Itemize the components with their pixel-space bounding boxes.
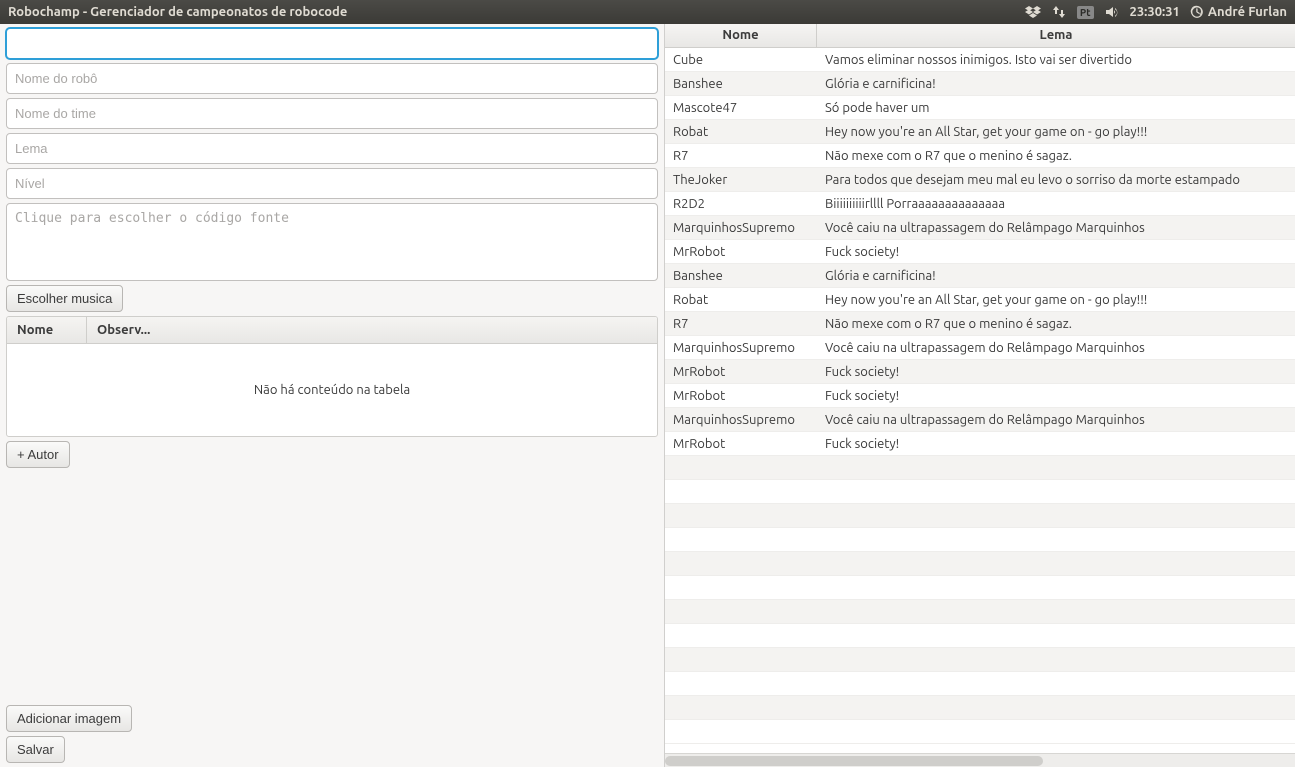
table-row[interactable]: MrRobotFuck society! (665, 384, 1295, 408)
nivel-input[interactable] (6, 168, 658, 199)
data-col-lema[interactable]: Lema (817, 24, 1295, 47)
cell-nome: MrRobot (665, 362, 817, 382)
table-row[interactable]: BansheeGlória e carnificina! (665, 264, 1295, 288)
table-row[interactable]: CubeVamos eliminar nossos inimigos. Isto… (665, 48, 1295, 72)
window-title: Robochamp - Gerenciador de campeonatos d… (8, 5, 347, 19)
cell-nome: Cube (665, 50, 817, 70)
keyboard-layout-indicator[interactable]: Pt (1077, 6, 1094, 19)
authors-col-observ[interactable]: Observ... (87, 317, 657, 343)
table-row[interactable]: RobatHey now you're an All Star, get you… (665, 120, 1295, 144)
save-button[interactable]: Salvar (6, 736, 65, 763)
data-table-header: Nome Lema (665, 24, 1295, 48)
authors-table: Nome Observ... Não há conteúdo na tabela (6, 316, 658, 437)
authors-table-empty: Não há conteúdo na tabela (7, 344, 657, 436)
user-name: André Furlan (1208, 5, 1287, 19)
volume-icon[interactable] (1104, 4, 1120, 20)
add-image-button[interactable]: Adicionar imagem (6, 705, 132, 732)
cell-lema: Não mexe com o R7 que o menino é sagaz. (817, 314, 1295, 334)
cell-lema: Para todos que desejam meu mal eu levo o… (817, 170, 1295, 190)
table-row[interactable] (665, 600, 1295, 624)
table-row[interactable]: R7Não mexe com o R7 que o menino é sagaz… (665, 144, 1295, 168)
cell-lema: Não mexe com o R7 que o menino é sagaz. (817, 146, 1295, 166)
table-row[interactable]: MarquinhosSupremoVocê caiu na ultrapassa… (665, 408, 1295, 432)
table-row[interactable]: BansheeGlória e carnificina! (665, 72, 1295, 96)
cell-lema: Você caiu na ultrapassagem do Relâmpago … (817, 338, 1295, 358)
data-panel: Nome Lema CubeVamos eliminar nossos inim… (664, 24, 1295, 767)
menubar: Robochamp - Gerenciador de campeonatos d… (0, 0, 1295, 24)
table-row[interactable]: MrRobotFuck society! (665, 240, 1295, 264)
table-row[interactable]: MrRobotFuck society! (665, 432, 1295, 456)
cell-lema: Vamos eliminar nossos inimigos. Isto vai… (817, 50, 1295, 70)
cell-lema: Você caiu na ultrapassagem do Relâmpago … (817, 410, 1295, 430)
cell-lema: Fuck society! (817, 362, 1295, 382)
table-row[interactable]: Mascote47Só pode haver um (665, 96, 1295, 120)
table-row[interactable]: MarquinhosSupremoVocê caiu na ultrapassa… (665, 216, 1295, 240)
cell-nome: R7 (665, 314, 817, 334)
cell-nome: Banshee (665, 266, 817, 286)
table-row[interactable] (665, 456, 1295, 480)
cell-nome: Mascote47 (665, 98, 817, 118)
data-table-body[interactable]: CubeVamos eliminar nossos inimigos. Isto… (665, 48, 1295, 753)
cell-nome: TheJoker (665, 170, 817, 190)
user-menu[interactable]: André Furlan (1190, 5, 1287, 19)
dropbox-icon[interactable] (1025, 4, 1041, 20)
cell-nome: R7 (665, 146, 817, 166)
table-row[interactable] (665, 624, 1295, 648)
cell-lema: Você caiu na ultrapassagem do Relâmpago … (817, 218, 1295, 238)
source-code-input[interactable] (6, 203, 658, 281)
table-row[interactable] (665, 504, 1295, 528)
choose-music-button[interactable]: Escolher musica (6, 285, 123, 312)
cell-nome: MarquinhosSupremo (665, 410, 817, 430)
system-tray: Pt 23:30:31 André Furlan (1025, 4, 1287, 20)
table-row[interactable]: MrRobotFuck society! (665, 360, 1295, 384)
add-author-button[interactable]: + Autor (6, 441, 70, 468)
network-icon[interactable] (1051, 4, 1067, 20)
table-row[interactable] (665, 648, 1295, 672)
cell-lema: Biiiiiiiiiirllll Porraaaaaaaaaaaaaa (817, 194, 1295, 214)
table-row[interactable] (665, 480, 1295, 504)
cell-nome: MarquinhosSupremo (665, 338, 817, 358)
cell-nome: MrRobot (665, 242, 817, 262)
table-row[interactable]: R2D2Biiiiiiiiiirllll Porraaaaaaaaaaaaaa (665, 192, 1295, 216)
cell-lema: Hey now you're an All Star, get your gam… (817, 122, 1295, 142)
table-row[interactable] (665, 552, 1295, 576)
cell-nome: Robat (665, 290, 817, 310)
data-col-nome[interactable]: Nome (665, 24, 817, 47)
table-row[interactable]: R7Não mexe com o R7 que o menino é sagaz… (665, 312, 1295, 336)
table-row[interactable]: TheJokerPara todos que desejam meu mal e… (665, 168, 1295, 192)
table-row[interactable] (665, 720, 1295, 744)
primary-input[interactable] (6, 28, 658, 59)
cell-nome: Banshee (665, 74, 817, 94)
cell-lema: Hey now you're an All Star, get your gam… (817, 290, 1295, 310)
cell-lema: Fuck society! (817, 434, 1295, 454)
cell-nome: MrRobot (665, 434, 817, 454)
cell-nome: R2D2 (665, 194, 817, 214)
authors-col-nome[interactable]: Nome (7, 317, 87, 343)
table-row[interactable] (665, 576, 1295, 600)
table-row[interactable] (665, 528, 1295, 552)
table-row[interactable]: RobatHey now you're an All Star, get you… (665, 288, 1295, 312)
cell-lema: Fuck society! (817, 386, 1295, 406)
cell-nome: MrRobot (665, 386, 817, 406)
table-row[interactable] (665, 672, 1295, 696)
authors-table-header: Nome Observ... (7, 317, 657, 344)
team-name-input[interactable] (6, 98, 658, 129)
cell-lema: Glória e carnificina! (817, 74, 1295, 94)
scrollbar-thumb[interactable] (665, 756, 1043, 766)
clock[interactable]: 23:30:31 (1130, 5, 1180, 19)
cell-lema: Só pode haver um (817, 98, 1295, 118)
cell-nome: MarquinhosSupremo (665, 218, 817, 238)
form-panel: Escolher musica Nome Observ... Não há co… (0, 24, 664, 767)
cell-lema: Fuck society! (817, 242, 1295, 262)
cell-lema: Glória e carnificina! (817, 266, 1295, 286)
cell-nome: Robat (665, 122, 817, 142)
horizontal-scrollbar[interactable] (665, 753, 1295, 767)
table-row[interactable]: MarquinhosSupremoVocê caiu na ultrapassa… (665, 336, 1295, 360)
table-row[interactable] (665, 696, 1295, 720)
robot-name-input[interactable] (6, 63, 658, 94)
lema-input[interactable] (6, 133, 658, 164)
